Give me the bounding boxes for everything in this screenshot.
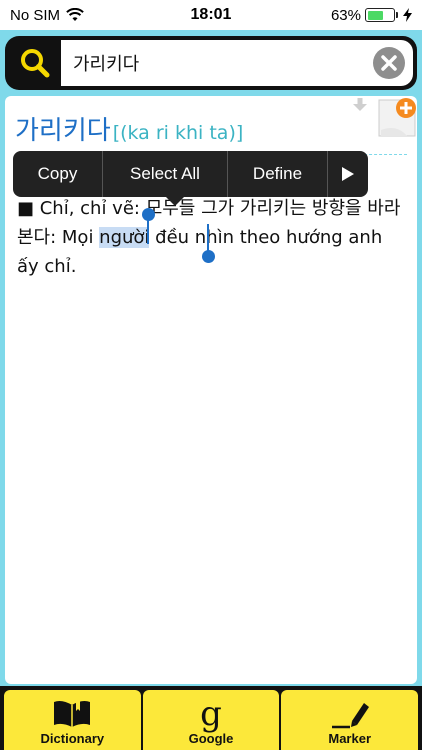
define-menu-item[interactable]: Define xyxy=(228,151,328,197)
wifi-icon xyxy=(66,8,84,21)
play-triangle-icon xyxy=(342,167,354,181)
bottom-toolbar: Dictionary g Google Marker xyxy=(0,686,422,750)
marker-pen-icon xyxy=(331,703,369,729)
selection-end-bar xyxy=(207,224,209,252)
carrier-label: No SIM xyxy=(10,6,61,24)
select-all-menu-item[interactable]: Select All xyxy=(103,151,228,197)
status-left: No SIM xyxy=(10,7,84,24)
close-icon xyxy=(381,55,397,71)
search-input[interactable]: 가리키다 xyxy=(61,40,413,86)
definition-text[interactable]: ■ Chỉ, chỉ vẽ: 모두들 그가 가리키는 방향을 바라본다: Mọi… xyxy=(17,194,407,281)
google-button[interactable]: g Google xyxy=(142,690,283,750)
dictionary-button[interactable]: Dictionary xyxy=(4,690,144,750)
selected-text[interactable]: người xyxy=(99,227,150,248)
marker-button[interactable]: Marker xyxy=(281,690,419,750)
entry-header: 가리키다 [(ka ri khi ta)] xyxy=(15,110,377,147)
charging-bolt-icon xyxy=(403,8,412,22)
add-to-wordbook-icon[interactable] xyxy=(377,96,417,140)
down-arrow-icon xyxy=(353,98,367,111)
search-icon xyxy=(21,49,50,78)
selection-start-bar xyxy=(147,216,149,244)
context-menu-pointer xyxy=(166,197,184,206)
search-query: 가리키다 xyxy=(73,54,140,75)
battery-percent: 63% xyxy=(330,6,361,24)
book-icon xyxy=(54,701,91,727)
google-g-icon: g xyxy=(200,694,222,734)
marker-label: Marker xyxy=(328,731,371,746)
status-bar: No SIM 18:01 63% xyxy=(0,0,422,30)
status-right: 63% xyxy=(331,7,412,24)
more-menu-item[interactable] xyxy=(328,151,368,197)
dictionary-label: Dictionary xyxy=(40,731,105,746)
selection-end-handle[interactable] xyxy=(202,250,215,263)
battery-fill xyxy=(367,10,384,20)
search-button[interactable] xyxy=(9,40,61,86)
copy-menu-item[interactable]: Copy xyxy=(13,151,103,197)
clear-search-button[interactable] xyxy=(373,47,405,79)
google-label: Google xyxy=(188,731,234,746)
search-bar: 가리키다 xyxy=(5,36,417,90)
headword: 가리키다 xyxy=(15,116,111,146)
text-context-menu: Copy Select All Define xyxy=(13,151,368,197)
pronunciation: [(ka ri khi ta)] xyxy=(112,122,244,144)
battery-icon xyxy=(365,8,398,22)
